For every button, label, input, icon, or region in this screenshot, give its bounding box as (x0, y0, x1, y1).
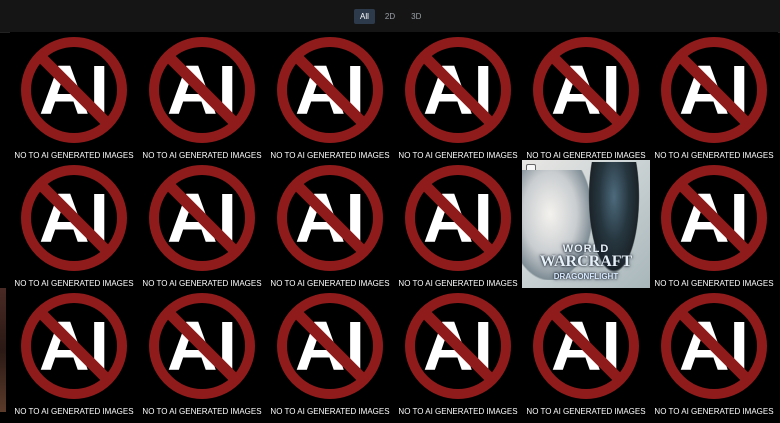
image-card[interactable]: AI NO TO AI GENERATED IMAGES (522, 32, 650, 160)
image-card[interactable]: AI NO TO AI GENERATED IMAGES (138, 160, 266, 288)
no-ai-icon: AI (277, 293, 383, 399)
tab-3d[interactable]: 3D (405, 9, 427, 24)
no-ai-icon: AI (533, 293, 639, 399)
game-cover-card[interactable]: WORLD WARCRAFT DRAGONFLIGHT (522, 160, 650, 288)
image-caption: NO TO AI GENERATED IMAGES (142, 151, 262, 160)
no-ai-icon: AI (149, 165, 255, 271)
no-ai-icon: AI (405, 293, 511, 399)
image-card[interactable]: AI NO TO AI GENERATED IMAGES (10, 32, 138, 160)
no-ai-icon: AI (661, 37, 767, 143)
tab-all[interactable]: All (354, 9, 375, 24)
left-edge-image (0, 288, 6, 412)
no-ai-icon: AI (21, 293, 127, 399)
image-caption: NO TO AI GENERATED IMAGES (270, 279, 390, 288)
image-caption: NO TO AI GENERATED IMAGES (654, 279, 774, 288)
image-caption: NO TO AI GENERATED IMAGES (398, 407, 518, 416)
image-caption: NO TO AI GENERATED IMAGES (14, 151, 134, 160)
filter-tabs: All 2D 3D (354, 9, 427, 24)
no-ai-icon: AI (661, 165, 767, 271)
image-card[interactable]: AI NO TO AI GENERATED IMAGES (138, 288, 266, 416)
image-caption: NO TO AI GENERATED IMAGES (14, 279, 134, 288)
image-card[interactable]: AI NO TO AI GENERATED IMAGES (650, 288, 778, 416)
image-card[interactable]: AI NO TO AI GENERATED IMAGES (394, 160, 522, 288)
image-card[interactable]: AI NO TO AI GENERATED IMAGES (394, 32, 522, 160)
image-card[interactable]: AI NO TO AI GENERATED IMAGES (650, 160, 778, 288)
image-card[interactable]: AI NO TO AI GENERATED IMAGES (266, 32, 394, 160)
image-caption: NO TO AI GENERATED IMAGES (14, 407, 134, 416)
image-caption: NO TO AI GENERATED IMAGES (654, 407, 774, 416)
image-caption: NO TO AI GENERATED IMAGES (398, 279, 518, 288)
image-caption: NO TO AI GENERATED IMAGES (526, 151, 646, 160)
image-card[interactable]: AI NO TO AI GENERATED IMAGES (266, 160, 394, 288)
no-ai-icon: AI (21, 165, 127, 271)
image-caption: NO TO AI GENERATED IMAGES (142, 407, 262, 416)
tab-2d[interactable]: 2D (379, 9, 401, 24)
image-caption: NO TO AI GENERATED IMAGES (270, 151, 390, 160)
image-card[interactable]: AI NO TO AI GENERATED IMAGES (138, 32, 266, 160)
image-card[interactable]: AI NO TO AI GENERATED IMAGES (650, 32, 778, 160)
no-ai-icon: AI (277, 165, 383, 271)
image-card[interactable]: AI NO TO AI GENERATED IMAGES (266, 288, 394, 416)
image-caption: NO TO AI GENERATED IMAGES (398, 151, 518, 160)
no-ai-icon: AI (149, 37, 255, 143)
no-ai-icon: AI (149, 293, 255, 399)
top-toolbar: All 2D 3D (0, 0, 780, 33)
image-caption: NO TO AI GENERATED IMAGES (654, 151, 774, 160)
image-caption: NO TO AI GENERATED IMAGES (526, 407, 646, 416)
no-ai-icon: AI (533, 37, 639, 143)
no-ai-icon: AI (405, 165, 511, 271)
image-card[interactable]: AI NO TO AI GENERATED IMAGES (10, 160, 138, 288)
image-card[interactable]: AI NO TO AI GENERATED IMAGES (522, 288, 650, 416)
warcraft-text: WARCRAFT (539, 253, 633, 270)
image-card[interactable]: AI NO TO AI GENERATED IMAGES (394, 288, 522, 416)
no-ai-icon: AI (21, 37, 127, 143)
no-ai-icon: AI (277, 37, 383, 143)
image-card[interactable]: AI NO TO AI GENERATED IMAGES (10, 288, 138, 416)
no-ai-icon: AI (405, 37, 511, 143)
no-ai-icon: AI (661, 293, 767, 399)
image-caption: NO TO AI GENERATED IMAGES (142, 279, 262, 288)
image-caption: NO TO AI GENERATED IMAGES (270, 407, 390, 416)
dragonflight-text: DRAGONFLIGHT (553, 272, 619, 281)
